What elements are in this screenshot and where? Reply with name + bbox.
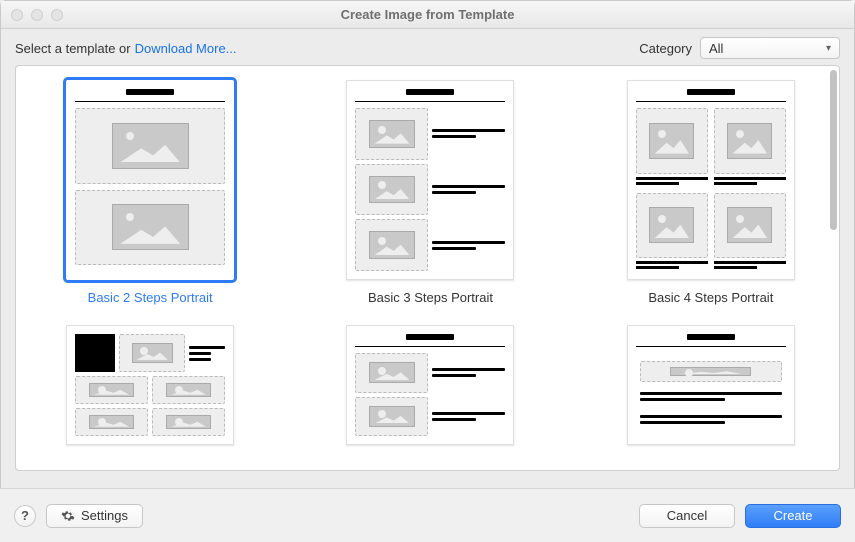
- download-more-link[interactable]: Download More...: [135, 41, 237, 56]
- template-thumbnail: [66, 80, 234, 280]
- category-select[interactable]: All ▾: [700, 37, 840, 59]
- window-title: Create Image from Template: [1, 7, 854, 22]
- template-row2-col2[interactable]: [310, 325, 550, 445]
- template-basic-2-steps-portrait[interactable]: Basic 2 Steps Portrait: [30, 80, 270, 305]
- minimize-window-button[interactable]: [31, 9, 43, 21]
- settings-label: Settings: [81, 508, 128, 523]
- template-thumbnail: [627, 80, 795, 280]
- category-label: Category: [639, 41, 692, 56]
- select-template-label: Select a template or: [15, 41, 131, 56]
- cancel-label: Cancel: [667, 508, 707, 523]
- template-thumbnail: [627, 325, 795, 445]
- gear-icon: [61, 509, 75, 523]
- settings-button[interactable]: Settings: [46, 504, 143, 528]
- chevron-down-icon: ▾: [826, 43, 831, 54]
- template-row2-col3[interactable]: [591, 325, 831, 445]
- cancel-button[interactable]: Cancel: [639, 504, 735, 528]
- template-caption: Basic 4 Steps Portrait: [648, 290, 773, 305]
- help-icon: ?: [21, 508, 29, 523]
- template-thumbnail: [346, 325, 514, 445]
- template-gallery: Basic 2 Steps Portrait: [15, 65, 840, 471]
- window-controls: [11, 9, 63, 21]
- zoom-window-button[interactable]: [51, 9, 63, 21]
- create-button[interactable]: Create: [745, 504, 841, 528]
- create-label: Create: [773, 508, 812, 523]
- template-caption: Basic 3 Steps Portrait: [368, 290, 493, 305]
- category-selected-value: All: [709, 41, 723, 56]
- help-button[interactable]: ?: [14, 505, 36, 527]
- titlebar: Create Image from Template: [1, 1, 854, 29]
- template-row2-col1[interactable]: [30, 325, 270, 445]
- template-caption: Basic 2 Steps Portrait: [88, 290, 213, 305]
- top-row: Select a template or Download More... Ca…: [1, 29, 854, 65]
- template-thumbnail: [66, 325, 234, 445]
- footer: ? Settings Cancel Create: [0, 488, 855, 542]
- close-window-button[interactable]: [11, 9, 23, 21]
- gallery-scrollbar[interactable]: [830, 70, 837, 230]
- template-basic-3-steps-portrait[interactable]: Basic 3 Steps Portrait: [310, 80, 550, 305]
- template-basic-4-steps-portrait[interactable]: Basic 4 Steps Portrait: [591, 80, 831, 305]
- template-thumbnail: [346, 80, 514, 280]
